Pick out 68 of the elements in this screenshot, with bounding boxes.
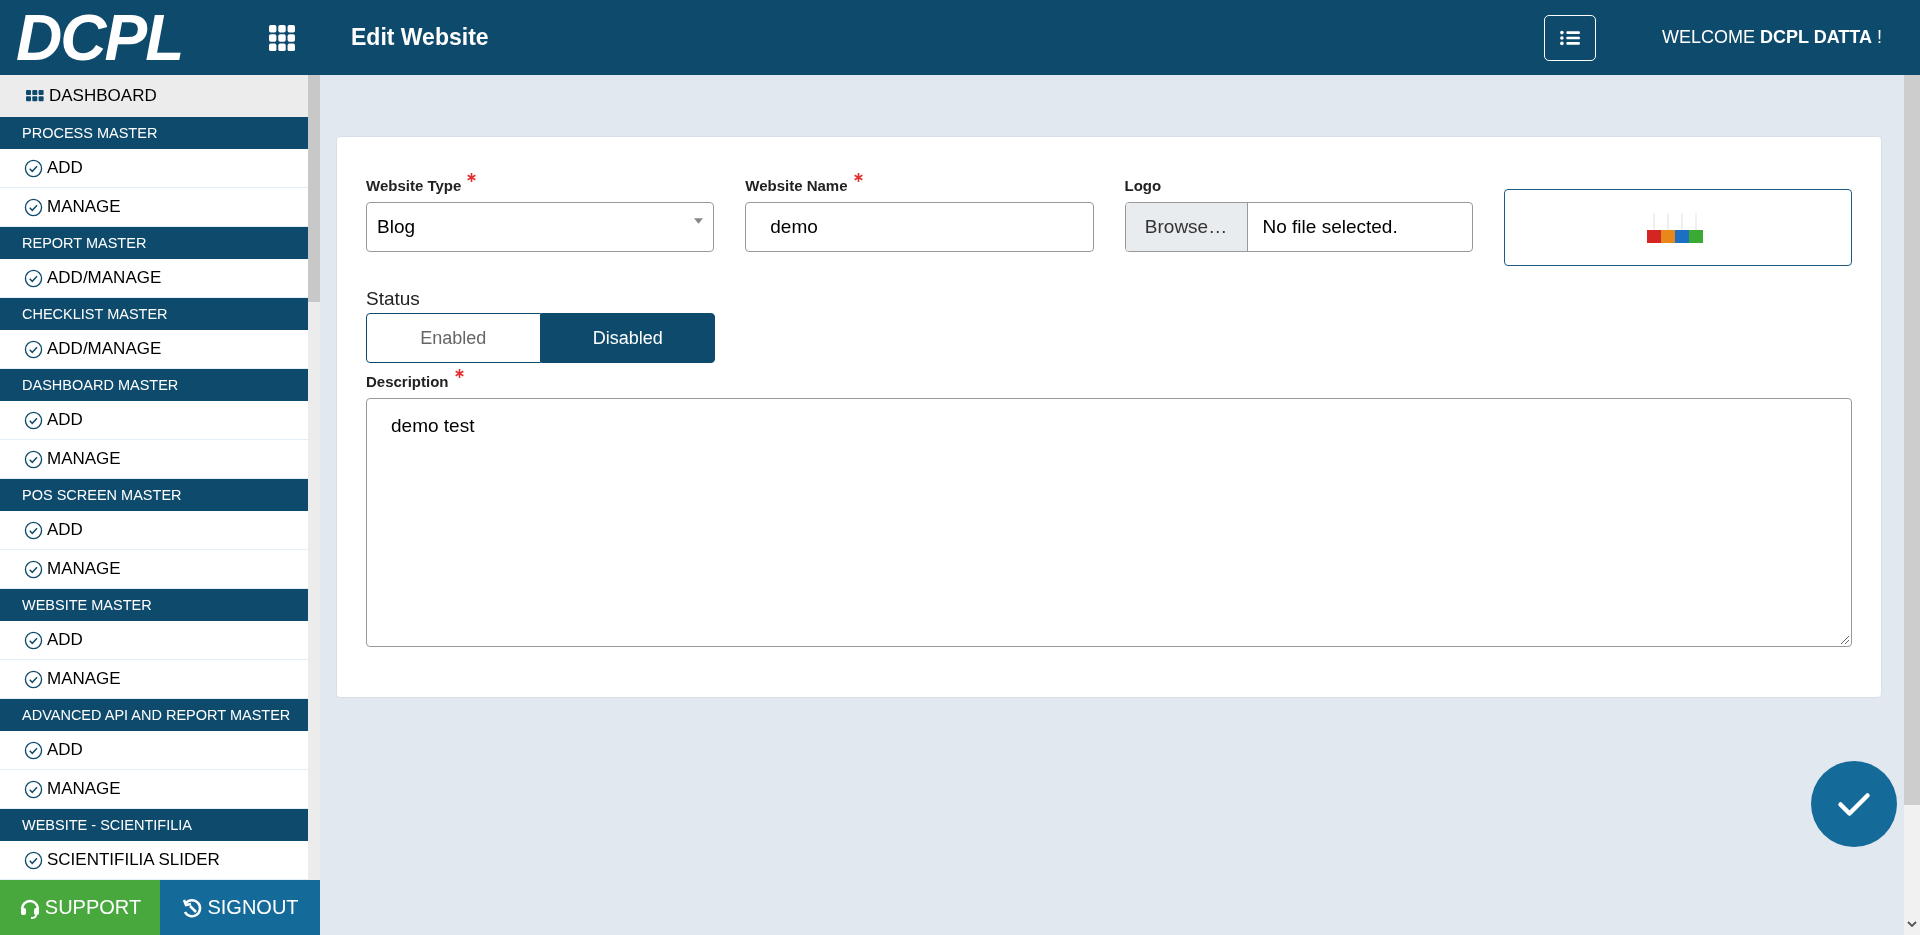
page-title: Edit Website (351, 24, 489, 51)
check-circle-icon (24, 779, 43, 799)
sidebar-item-label: MANAGE (47, 449, 121, 469)
check-icon (1836, 790, 1872, 818)
welcome-text: WELCOME DCPL DATTA ! (1661, 27, 1882, 48)
sidebar-item[interactable]: ADD (0, 621, 308, 660)
dashboard-link[interactable]: DASHBOARD (0, 75, 308, 117)
sidebar-item-label: ADD (47, 158, 83, 178)
apps-grid-icon[interactable] (269, 24, 295, 51)
sidebar-item-label: MANAGE (47, 197, 121, 217)
check-circle-icon (24, 520, 43, 540)
check-circle-icon (24, 559, 43, 579)
sidebar-section-header: REPORT MASTER (0, 227, 308, 259)
scrollbar-thumb[interactable] (308, 75, 320, 302)
sidebar-section-header: POS SCREEN MASTER (0, 479, 308, 511)
sidebar-section-header: ADVANCED API AND REPORT MASTER (0, 699, 308, 731)
sidebar-section-header: CHECKLIST MASTER (0, 298, 308, 330)
caret-icon (694, 218, 704, 224)
sidebar-item-label: ADD (47, 630, 83, 650)
check-circle-icon (24, 158, 43, 178)
sidebar-item-label: DASHBOARD (49, 86, 157, 106)
field-label: Website Type (366, 177, 462, 194)
sidebar-section-header: WEBSITE - SCIENTIFILIA (0, 809, 308, 841)
sidebar-item-label: MANAGE (47, 559, 121, 579)
sidebar-item-label: MANAGE (47, 669, 121, 689)
check-circle-icon (24, 339, 43, 359)
browse-button[interactable]: Browse… (1125, 203, 1248, 251)
resize-grip-icon (1838, 633, 1850, 645)
description-textarea[interactable]: demo test (366, 398, 1852, 647)
list-menu-button[interactable] (1543, 14, 1596, 61)
field-label: Website Name (745, 177, 848, 194)
sidebar-item[interactable]: ADD (0, 401, 308, 440)
check-circle-icon (24, 449, 43, 469)
sidebar-section-header: PROCESS MASTER (0, 117, 308, 149)
sidebar-item[interactable]: ADD (0, 511, 308, 550)
check-circle-icon (24, 630, 43, 650)
sidebar-item[interactable]: ADD (0, 149, 308, 188)
sidebar-item-label: SCIENTIFILIA SLIDER (47, 850, 220, 870)
website-type-select[interactable]: Blog (366, 202, 715, 252)
sidebar-section-header: WEBSITE MASTER (0, 589, 308, 621)
signout-button[interactable]: SIGNOUT (160, 880, 320, 935)
check-circle-icon (24, 850, 43, 870)
check-circle-icon (24, 197, 43, 217)
scrollbar-thumb[interactable] (1904, 75, 1920, 805)
signout-icon (181, 896, 204, 919)
brand-logo: DCPL (16, 5, 184, 70)
scroll-down-icon[interactable] (1907, 921, 1917, 927)
check-circle-icon (24, 268, 43, 288)
status-toggle-option[interactable]: Disabled (540, 313, 715, 363)
status-label: Status (366, 288, 421, 311)
sidebar-item-label: ADD/MANAGE (47, 339, 162, 359)
sidebar-item[interactable]: ADD (0, 731, 308, 770)
sidebar-section-header: DASHBOARD MASTER (0, 369, 308, 401)
check-circle-icon (24, 669, 43, 689)
input-field[interactable]: demo (745, 202, 1094, 252)
status-toggle-option[interactable]: Enabled (366, 313, 541, 363)
field-label: Description (366, 373, 449, 390)
check-circle-icon (24, 410, 43, 430)
file-name-text: No file selected. (1261, 216, 1398, 238)
sidebar-item-label: ADD/MANAGE (47, 268, 162, 288)
sidebar-item-label: ADD (47, 740, 83, 760)
sidebar-item-label: ADD (47, 520, 83, 540)
sidebar-item-label: ADD (47, 410, 83, 430)
field-label: Logo (1124, 177, 1162, 194)
list-icon (1558, 28, 1581, 47)
grid-icon (26, 90, 44, 102)
check-circle-icon (24, 740, 43, 760)
sidebar-item-label: MANAGE (47, 779, 121, 799)
